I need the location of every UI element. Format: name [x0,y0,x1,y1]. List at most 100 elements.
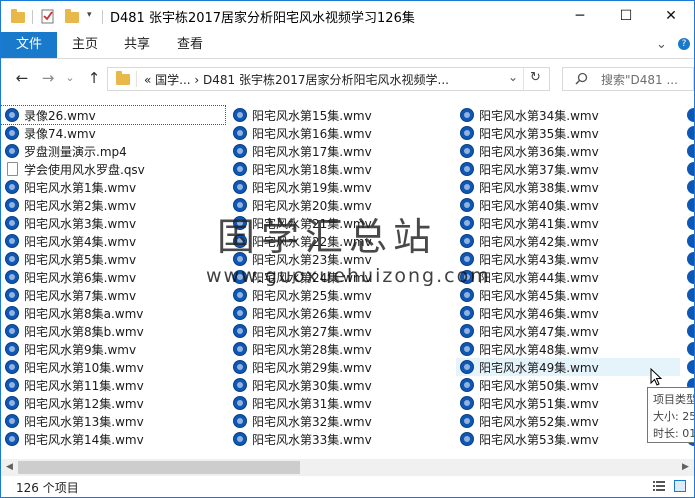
media-file-icon[interactable] [687,108,694,122]
file-item[interactable]: 阳宅风水第7集.wmv [1,286,225,304]
close-button[interactable]: ✕ [648,1,694,32]
file-item[interactable]: 阳宅风水第46集.wmv [456,304,680,322]
media-file-icon [460,288,474,302]
minimize-button[interactable]: ─ [557,1,603,32]
expand-ribbon-icon[interactable]: ⌄ [656,32,667,58]
file-item[interactable]: 阳宅风水第35集.wmv [456,124,680,142]
file-item[interactable]: 阳宅风水第6集.wmv [1,268,225,286]
scrollbar-thumb[interactable] [18,461,300,474]
file-item[interactable]: 阳宅风水第4集.wmv [1,232,225,250]
tab-share[interactable]: 共享 [124,32,150,58]
file-item[interactable]: 阳宅风水第40集.wmv [456,196,680,214]
media-file-icon[interactable] [687,360,694,374]
forward-button[interactable]: → [37,67,59,89]
tab-view[interactable]: 查看 [177,32,203,58]
file-item[interactable]: 阳宅风水第5集.wmv [1,250,225,268]
media-file-icon [5,180,19,194]
file-item[interactable]: 阳宅风水第13集.wmv [1,412,225,430]
media-file-icon [5,378,19,392]
search-input[interactable]: 搜索"D481 ... [601,71,678,88]
file-name: 阳宅风水第47集.wmv [479,325,599,339]
media-file-icon[interactable] [687,126,694,140]
media-file-icon [460,180,474,194]
media-file-icon [233,342,247,356]
file-item[interactable]: 阳宅风水第42集.wmv [456,232,680,250]
file-item[interactable]: 阳宅风水第8集b.wmv [1,322,225,340]
file-item[interactable]: 阳宅风水第32集.wmv [229,412,453,430]
file-item[interactable]: 阳宅风水第16集.wmv [229,124,453,142]
file-item[interactable]: 阳宅风水第12集.wmv [1,394,225,412]
file-item[interactable]: 阳宅风水第48集.wmv [456,340,680,358]
file-item[interactable]: 阳宅风水第38集.wmv [456,178,680,196]
file-item[interactable]: 阳宅风水第2集.wmv [1,196,225,214]
file-item[interactable]: 阳宅风水第47集.wmv [456,322,680,340]
address-dropdown-icon[interactable]: ⌄ [508,70,518,84]
media-file-icon[interactable] [687,234,694,248]
address-path[interactable]: « 国学... › D481 张宇栋2017居家分析阳宅风水视频学... [144,71,449,88]
file-item[interactable]: 阳宅风水第14集.wmv [1,430,225,448]
horizontal-scrollbar[interactable]: ◀ ▶ [1,459,694,476]
refresh-icon[interactable]: ↻ [530,70,541,85]
file-item[interactable]: 罗盘测量演示.mp4 [1,142,225,160]
file-item[interactable]: 阳宅风水第26集.wmv [229,304,453,322]
tab-file[interactable]: 文件 [1,32,57,58]
scroll-right-arrow-icon[interactable]: ▶ [677,459,694,476]
file-item[interactable]: 阳宅风水第34集.wmv [456,106,680,124]
scroll-left-arrow-icon[interactable]: ◀ [1,459,18,476]
file-name: 阳宅风水第9集.wmv [24,343,137,357]
file-item[interactable]: 阳宅风水第18集.wmv [229,160,453,178]
media-file-icon[interactable] [687,306,694,320]
file-item[interactable]: 阳宅风水第29集.wmv [229,358,453,376]
file-item[interactable]: 阳宅风水第37集.wmv [456,160,680,178]
quick-access-divider [32,10,33,24]
file-item[interactable]: 阳宅风水第10集.wmv [1,358,225,376]
file-item[interactable]: 阳宅风水第11集.wmv [1,376,225,394]
up-button[interactable]: ↑ [83,67,105,89]
search-box[interactable]: 搜索"D481 ... [562,67,694,91]
help-icon[interactable]: ? [678,38,690,50]
large-icons-view-icon[interactable] [674,480,686,492]
file-item[interactable]: 录像26.wmv [1,105,226,125]
file-item[interactable]: 学会使用风水罗盘.qsv [1,160,225,178]
file-item[interactable]: 阳宅风水第17集.wmv [229,142,453,160]
media-file-icon[interactable] [687,216,694,230]
media-file-icon[interactable] [687,324,694,338]
media-file-icon[interactable] [687,288,694,302]
customize-quick-access-icon[interactable]: ▾ [87,10,92,28]
file-name: 阳宅风水第27集.wmv [252,325,372,339]
media-file-icon [5,126,19,140]
recent-locations-button[interactable]: ⌄ [59,67,81,89]
media-file-icon[interactable] [687,144,694,158]
file-item[interactable]: 阳宅风水第25集.wmv [229,286,453,304]
new-folder-icon[interactable] [65,8,79,26]
file-item[interactable]: 阳宅风水第30集.wmv [229,376,453,394]
file-item[interactable]: 阳宅风水第45集.wmv [456,286,680,304]
media-file-icon[interactable] [687,252,694,266]
details-view-icon[interactable] [653,481,665,495]
media-file-icon[interactable] [687,162,694,176]
back-button[interactable]: ← [11,67,33,89]
file-item[interactable]: 阳宅风水第3集.wmv [1,214,225,232]
window-title: D481 张宇栋2017居家分析阳宅风水视频学习126集 [110,11,415,26]
file-item[interactable]: 阳宅风水第8集a.wmv [1,304,225,322]
file-item[interactable]: 阳宅风水第9集.wmv [1,340,225,358]
address-bar[interactable]: « 国学... › D481 张宇栋2017居家分析阳宅风水视频学... ⌄ ↻ [107,67,550,91]
media-file-icon[interactable] [687,342,694,356]
tab-home[interactable]: 主页 [72,32,98,58]
file-item[interactable]: 阳宅风水第41集.wmv [456,214,680,232]
file-item[interactable]: 阳宅风水第28集.wmv [229,340,453,358]
file-item[interactable]: 阳宅风水第33集.wmv [229,430,453,448]
file-item[interactable]: 阳宅风水第49集.wmv [456,358,680,376]
media-file-icon[interactable] [687,198,694,212]
file-item[interactable]: 阳宅风水第1集.wmv [1,178,225,196]
properties-icon[interactable] [41,8,55,26]
maximize-button[interactable]: ☐ [603,1,649,32]
file-item[interactable]: 阳宅风水第19集.wmv [229,178,453,196]
file-item[interactable]: 阳宅风水第31集.wmv [229,394,453,412]
file-item[interactable]: 录像74.wmv [1,124,225,142]
media-file-icon[interactable] [687,180,694,194]
file-item[interactable]: 阳宅风水第27集.wmv [229,322,453,340]
file-item[interactable]: 阳宅风水第36集.wmv [456,142,680,160]
media-file-icon[interactable] [687,270,694,284]
file-item[interactable]: 阳宅风水第15集.wmv [229,106,453,124]
